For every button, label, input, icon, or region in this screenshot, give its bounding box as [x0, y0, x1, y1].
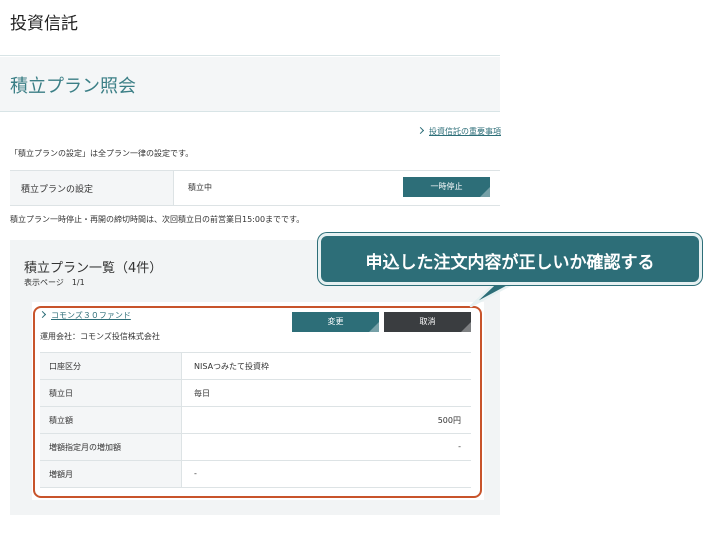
- section-title-bar: 積立プラン照会: [0, 57, 500, 111]
- page-header: 投資信託: [0, 0, 710, 40]
- important-notice-link[interactable]: 投資信託の重要事項: [416, 126, 501, 137]
- cutoff-note: 積立プラン一時停止・再開の締切時間は、次回積立日の前営業日15:00までです。: [10, 215, 305, 224]
- plan-settings-status: 積立中: [188, 183, 212, 192]
- plan-list-title: 積立プラン一覧（4件）: [24, 261, 163, 276]
- all-plans-note: 「積立プランの設定」は全プラン一律の設定です。: [10, 149, 194, 158]
- page-header-title: 投資信託: [10, 14, 78, 34]
- page-indicator: 表示ページ 1/1: [24, 278, 85, 287]
- plan-settings-table: 積立プランの設定 積立中 一時停止: [10, 170, 500, 206]
- plan-settings-label-cell: 積立プランの設定: [10, 171, 174, 205]
- divider: [0, 55, 500, 56]
- divider: [0, 111, 500, 112]
- callout-bubble: 申込した注文内容が正しいか確認する: [318, 233, 702, 285]
- plan-settings-label: 積立プランの設定: [21, 185, 94, 195]
- important-notice-label: 投資信託の重要事項: [429, 127, 501, 136]
- highlight-box: [33, 306, 482, 498]
- pause-button[interactable]: 一時停止: [403, 177, 490, 197]
- page-title: 積立プラン照会: [10, 76, 136, 97]
- callout-text: 申込した注文内容が正しいか確認する: [365, 253, 655, 273]
- chevron-right-icon: [416, 126, 425, 135]
